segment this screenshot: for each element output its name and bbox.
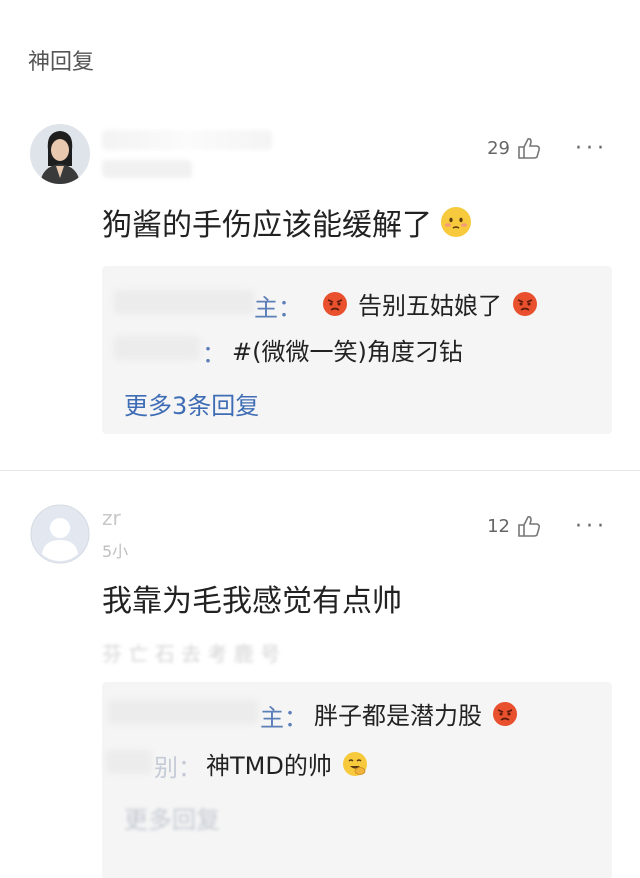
like-hand-icon	[518, 138, 541, 159]
like-hand-icon	[518, 516, 541, 537]
angry-face-emoji	[512, 291, 538, 317]
angry-face-emoji	[492, 701, 518, 727]
comment-text: 狗酱的手伤应该能缓解了	[102, 200, 472, 244]
author-name-blurred	[102, 130, 272, 150]
reply-text-content: 神TMD的帅	[206, 752, 332, 780]
reply-text: 胖子都是潜力股	[314, 696, 518, 731]
author-name[interactable]: zr	[102, 506, 121, 530]
reply-text: 神TMD的帅	[206, 746, 368, 781]
reply-author-blurred	[106, 750, 152, 774]
angry-face-emoji	[322, 291, 348, 317]
reply-author-blurred	[114, 290, 254, 314]
section-title: 神回复	[28, 50, 95, 75]
more-replies-link[interactable]: 更多回复	[124, 800, 220, 835]
reply-author-suffix[interactable]: 主：	[254, 288, 302, 323]
timestamp-blurred	[102, 160, 192, 178]
avatar[interactable]	[30, 124, 90, 184]
divider	[0, 470, 640, 471]
reply-author-suffix[interactable]: ：	[202, 334, 226, 369]
reply-item: ： #(微微一笑)角度刁钻	[102, 326, 612, 370]
reply-text-content: #(微微一笑)角度刁钻	[232, 338, 463, 366]
faded-text-row: 芬 亡 石 去 考 鹿 号	[102, 642, 281, 666]
reply-item: 别： 神TMD的帅	[102, 740, 612, 784]
reply-author-blurred	[114, 336, 200, 360]
like-button[interactable]: 29	[487, 136, 542, 160]
comment-text: 我靠为毛我感觉有点帅	[102, 576, 402, 620]
timestamp: 5小	[102, 542, 129, 561]
more-dots-icon[interactable]: ···	[575, 136, 608, 161]
shy-face-emoji	[440, 206, 472, 238]
more-replies-link[interactable]: 更多3条回复	[124, 386, 259, 421]
comment-text-content: 我靠为毛我感觉有点帅	[102, 584, 402, 619]
like-count: 29	[487, 137, 510, 159]
avatar[interactable]	[30, 504, 90, 564]
reply-text: #(微微一笑)角度刁钻	[232, 332, 463, 367]
reply-author-suffix[interactable]: 别：	[154, 748, 202, 783]
reply-item: 主： 告别五姑娘了	[102, 280, 612, 324]
like-count: 12	[487, 515, 510, 537]
reply-box: 主： 胖子都是潜力股 别： 神TMD的帅 更多回复	[102, 682, 612, 878]
reply-box: 主： 告别五姑娘了 ： #(微微一笑)角度刁钻 更多3条回复	[102, 266, 612, 434]
reply-item: 主： 胖子都是潜力股	[102, 690, 612, 734]
more-dots-icon[interactable]: ···	[575, 514, 608, 539]
laughing-cover-face-emoji	[342, 751, 368, 777]
comment-text-content: 狗酱的手伤应该能缓解了	[102, 208, 432, 243]
like-button[interactable]: 12	[487, 514, 542, 538]
reply-text: 告别五姑娘了	[322, 286, 538, 321]
reply-author-blurred	[108, 700, 258, 724]
reply-text-content: 胖子都是潜力股	[314, 702, 482, 730]
reply-text-content: 告别五姑娘了	[358, 292, 502, 320]
reply-author-suffix[interactable]: 主：	[260, 698, 308, 733]
